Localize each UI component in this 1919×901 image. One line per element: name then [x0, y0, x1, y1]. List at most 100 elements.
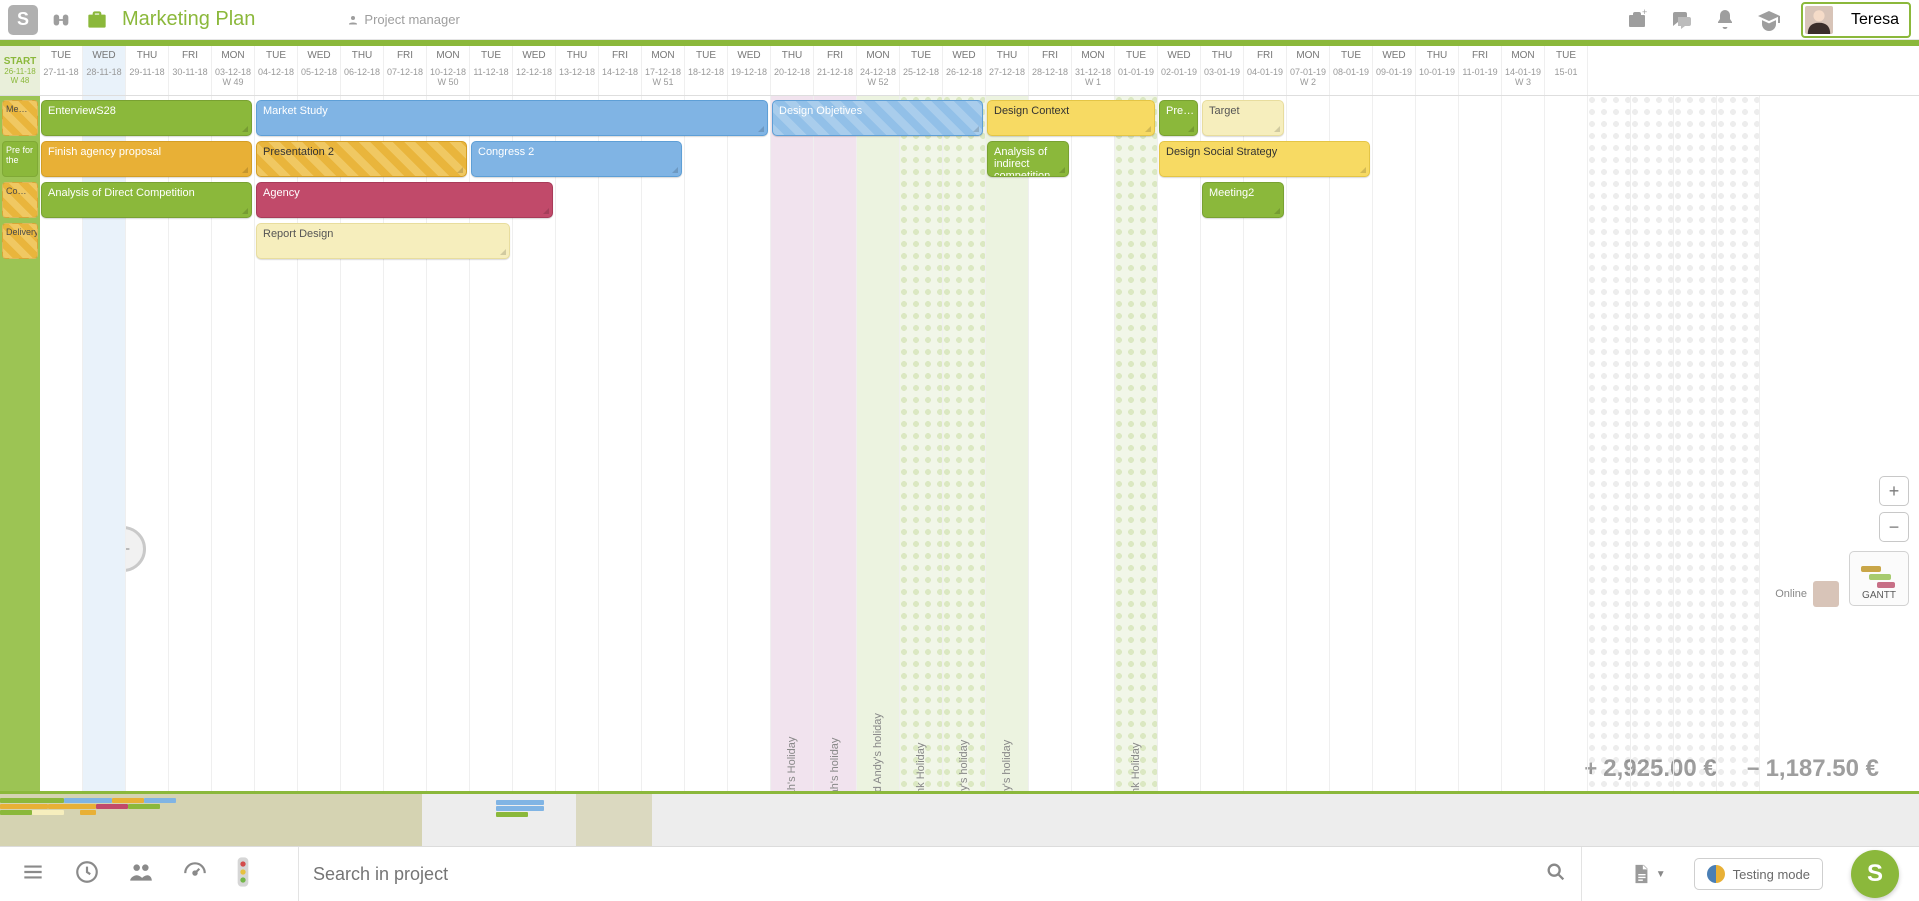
- date-column-header[interactable]: FRI04-01-19: [1244, 46, 1287, 95]
- task-bar[interactable]: Presentation 2: [256, 141, 467, 177]
- task-bar[interactable]: Market Study: [256, 100, 768, 136]
- dashboard-icon[interactable]: [182, 859, 208, 890]
- date-column-header[interactable]: WED12-12-18: [513, 46, 556, 95]
- date-column: [1416, 96, 1459, 791]
- user-menu[interactable]: Teresa: [1801, 2, 1911, 38]
- briefcase-icon[interactable]: [84, 7, 110, 33]
- date-column-header[interactable]: TUE04-12-18: [255, 46, 298, 95]
- task-bar[interactable]: Analysis of indirect competition: [987, 141, 1069, 177]
- date-column-header[interactable]: FRI11-01-19: [1459, 46, 1502, 95]
- task-bar[interactable]: Design Social Strategy: [1159, 141, 1370, 177]
- gantt-chart: START 26-11-18 W 48 TUE27-11-18WED28-11-…: [0, 46, 1919, 791]
- date-column-header[interactable]: THU29-11-18: [126, 46, 169, 95]
- task-bar[interactable]: Finish agency proposal: [41, 141, 252, 177]
- online-user[interactable]: Online: [1775, 581, 1839, 607]
- date-column-header[interactable]: MON24-12-18W 52: [857, 46, 900, 95]
- task-bar[interactable]: Report Design: [256, 223, 510, 259]
- date-column: [1330, 96, 1373, 791]
- task-bar[interactable]: Design Objetives: [772, 100, 983, 136]
- testing-mode-button[interactable]: Testing mode: [1694, 858, 1823, 890]
- date-column-header[interactable]: MON14-01-19W 3: [1502, 46, 1545, 95]
- traffic-light-icon[interactable]: [236, 856, 250, 893]
- date-column-header[interactable]: THU20-12-18: [771, 46, 814, 95]
- date-column-header[interactable]: MON10-12-18W 50: [427, 46, 470, 95]
- task-bar[interactable]: Agency: [256, 182, 553, 218]
- date-column-header[interactable]: THU06-12-18: [341, 46, 384, 95]
- date-column-header[interactable]: FRI28-12-18: [1029, 46, 1072, 95]
- task-bar[interactable]: EnterviewS28: [41, 100, 252, 136]
- date-column-header[interactable]: TUE01-01-19: [1115, 46, 1158, 95]
- date-column-header[interactable]: THU27-12-18: [986, 46, 1029, 95]
- task-bar[interactable]: Design Context: [987, 100, 1155, 136]
- date-column-header[interactable]: FRI21-12-18: [814, 46, 857, 95]
- task-bar[interactable]: Pre…: [1159, 100, 1198, 136]
- list-view-icon[interactable]: [20, 859, 46, 890]
- task-bar[interactable]: Pre for the: [2, 141, 38, 177]
- holiday-label: Sarah and Andy's holiday: [872, 713, 884, 791]
- task-bar[interactable]: Co…: [2, 182, 38, 218]
- timeline-overview[interactable]: [0, 791, 1919, 846]
- date-column-header[interactable]: WED05-12-18: [298, 46, 341, 95]
- date-column-header[interactable]: TUE08-01-19: [1330, 46, 1373, 95]
- date-column-header[interactable]: FRI07-12-18: [384, 46, 427, 95]
- date-column-header[interactable]: TUE25-12-18: [900, 46, 943, 95]
- date-column-header[interactable]: MON03-12-18W 49: [212, 46, 255, 95]
- bell-icon[interactable]: [1713, 8, 1737, 32]
- holiday-label: Andy's holiday: [1001, 740, 1013, 791]
- date-column-header[interactable]: TUE27-11-18: [40, 46, 83, 95]
- date-column-header[interactable]: WED19-12-18: [728, 46, 771, 95]
- date-column-header[interactable]: MON31-12-18W 1: [1072, 46, 1115, 95]
- date-column-header[interactable]: WED02-01-19: [1158, 46, 1201, 95]
- date-column-header[interactable]: TUE18-12-18: [685, 46, 728, 95]
- pre-timeline-column: Me… Pre for the Co… Delivery: [0, 96, 40, 791]
- date-column: [556, 96, 599, 791]
- holiday-label: Sarah's Holiday: [786, 737, 798, 791]
- chart-grid[interactable]: + − GANTT Online 2,925.00 € 1,187.50 € S…: [40, 96, 1919, 791]
- task-bar[interactable]: Target: [1202, 100, 1284, 136]
- main-action-button[interactable]: S: [1851, 850, 1899, 898]
- zoom-out-button[interactable]: −: [1879, 512, 1909, 542]
- chat-icon[interactable]: [1669, 8, 1693, 32]
- date-column-header[interactable]: THU03-01-19: [1201, 46, 1244, 95]
- task-bar[interactable]: Meeting2: [1202, 182, 1284, 218]
- document-menu[interactable]: ▼: [1630, 861, 1666, 887]
- date-column-header[interactable]: MON17-12-18W 51: [642, 46, 685, 95]
- date-column-header[interactable]: THU13-12-18: [556, 46, 599, 95]
- pie-icon: [1707, 865, 1725, 883]
- date-column-header[interactable]: MON07-01-19W 2: [1287, 46, 1330, 95]
- date-column-header[interactable]: FRI30-11-18: [169, 46, 212, 95]
- task-bar[interactable]: Congress 2: [471, 141, 682, 177]
- project-title: Marketing Plan: [122, 8, 255, 31]
- date-column: [642, 96, 685, 791]
- zoom-in-button[interactable]: +: [1879, 476, 1909, 506]
- date-column: [1459, 96, 1502, 791]
- app-logo[interactable]: S: [8, 5, 38, 35]
- date-column-header[interactable]: TUE15-01: [1545, 46, 1588, 95]
- date-column: Sarah's Holiday: [771, 96, 814, 791]
- timeline-start-column: START 26-11-18 W 48: [0, 46, 40, 95]
- add-briefcase-icon[interactable]: +: [1625, 8, 1649, 32]
- task-bar[interactable]: Analysis of Direct Competition: [41, 182, 252, 218]
- task-bar[interactable]: Delivery: [2, 223, 38, 259]
- date-column-header[interactable]: WED09-01-19: [1373, 46, 1416, 95]
- view-gantt-button[interactable]: GANTT: [1849, 551, 1909, 606]
- binoculars-icon[interactable]: [50, 9, 72, 31]
- date-column: Andy's holiday: [943, 96, 986, 791]
- project-role: Project manager: [347, 12, 459, 27]
- search-icon[interactable]: [1531, 861, 1581, 888]
- date-column-header[interactable]: TUE11-12-18: [470, 46, 513, 95]
- date-column: [728, 96, 771, 791]
- date-column-header[interactable]: FRI14-12-18: [599, 46, 642, 95]
- date-column-header[interactable]: THU10-01-19: [1416, 46, 1459, 95]
- date-column: [685, 96, 728, 791]
- team-icon[interactable]: [128, 859, 154, 890]
- clock-icon[interactable]: [74, 859, 100, 890]
- graduation-icon[interactable]: [1757, 8, 1781, 32]
- search-input[interactable]: [299, 864, 1531, 885]
- avatar: [1813, 581, 1839, 607]
- date-column-header[interactable]: WED28-11-18: [83, 46, 126, 95]
- holiday-label: Andy's holiday: [958, 740, 970, 791]
- date-column: [1158, 96, 1201, 791]
- date-column-header[interactable]: WED26-12-18: [943, 46, 986, 95]
- task-bar[interactable]: Me…: [2, 100, 38, 136]
